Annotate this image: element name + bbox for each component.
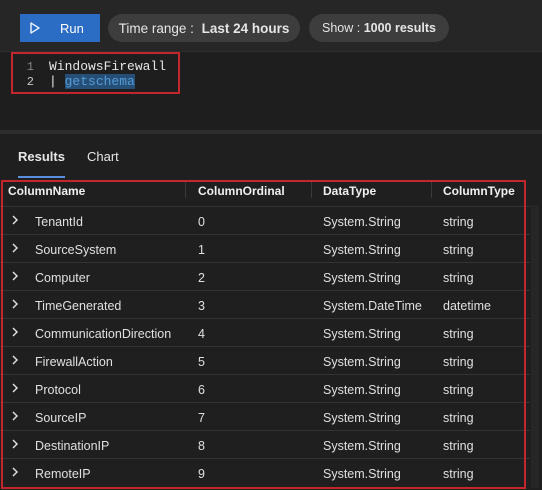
- chevron-right-icon[interactable]: [10, 466, 20, 478]
- chevron-right-icon[interactable]: [10, 438, 20, 450]
- cell-column-ordinal: 1: [198, 243, 205, 257]
- column-divider[interactable]: [185, 182, 186, 198]
- table-row[interactable]: TenantId 0 System.String string: [0, 206, 530, 235]
- column-divider[interactable]: [431, 182, 432, 198]
- table-row[interactable]: RemoteIP 9 System.String string: [0, 458, 530, 487]
- chevron-right-icon[interactable]: [10, 242, 20, 254]
- cell-data-type: System.String: [323, 355, 401, 369]
- cell-column-ordinal: 9: [198, 467, 205, 481]
- table-header: ColumnName ColumnOrdinal DataType Column…: [0, 176, 542, 204]
- table-row[interactable]: DestinationIP 8 System.String string: [0, 430, 530, 459]
- table-row[interactable]: TimeGenerated 3 System.DateTime datetime: [0, 290, 530, 319]
- cell-column-type: string: [443, 467, 474, 481]
- line-number: 2: [26, 75, 34, 89]
- chevron-right-icon[interactable]: [10, 354, 20, 366]
- chevron-right-icon[interactable]: [10, 410, 20, 422]
- run-button-label: Run: [60, 20, 84, 36]
- cell-column-name: DestinationIP: [35, 439, 110, 453]
- cell-column-name: SourceSystem: [35, 243, 117, 257]
- chevron-right-icon[interactable]: [10, 298, 20, 310]
- cell-data-type: System.String: [323, 327, 401, 341]
- cell-column-name: TimeGenerated: [35, 299, 122, 313]
- column-header-datatype[interactable]: DataType: [323, 184, 376, 198]
- cell-column-type: string: [443, 271, 474, 285]
- cell-column-ordinal: 7: [198, 411, 205, 425]
- cell-column-type: string: [443, 243, 474, 257]
- code-line: 1 WindowsFirewall: [0, 59, 180, 75]
- results-tabs: Results Chart: [0, 134, 542, 178]
- cell-column-name: RemoteIP: [35, 467, 91, 481]
- cell-column-type: string: [443, 215, 474, 229]
- query-editor[interactable]: 1 WindowsFirewall 2 | getschema: [0, 52, 542, 130]
- cell-column-name: SourceIP: [35, 411, 87, 425]
- code-text: WindowsFirewall: [49, 59, 167, 74]
- show-label: Show :: [322, 21, 361, 35]
- cell-column-ordinal: 4: [198, 327, 205, 341]
- getschema-keyword: getschema: [64, 74, 135, 89]
- result-limit-picker[interactable]: Show : 1000 results: [309, 14, 449, 42]
- table-row[interactable]: SourceIP 7 System.String string: [0, 402, 530, 431]
- cell-column-type: string: [443, 355, 474, 369]
- cell-column-ordinal: 5: [198, 355, 205, 369]
- cell-column-type: string: [443, 327, 474, 341]
- cell-column-ordinal: 2: [198, 271, 205, 285]
- cell-data-type: System.String: [323, 439, 401, 453]
- table-row[interactable]: CommunicationDirection 4 System.String s…: [0, 318, 530, 347]
- query-toolbar: Run Time range : Last 24 hours Show : 10…: [0, 0, 542, 52]
- pipe-operator: |: [49, 74, 65, 89]
- cell-data-type: System.String: [323, 243, 401, 257]
- chevron-right-icon[interactable]: [10, 382, 20, 394]
- show-value: 1000 results: [363, 21, 436, 35]
- play-icon: [30, 22, 40, 34]
- cell-column-type: string: [443, 383, 474, 397]
- column-header-columnname[interactable]: ColumnName: [8, 184, 85, 198]
- cell-data-type: System.DateTime: [323, 299, 422, 313]
- cell-column-name: FirewallAction: [35, 355, 113, 369]
- cell-column-ordinal: 0: [198, 215, 205, 229]
- tab-results[interactable]: Results: [18, 149, 65, 178]
- table-row[interactable]: SourceSystem 1 System.String string: [0, 234, 530, 263]
- cell-column-type: string: [443, 411, 474, 425]
- column-divider[interactable]: [311, 182, 312, 198]
- cell-column-name: CommunicationDirection: [35, 327, 172, 341]
- cell-data-type: System.String: [323, 411, 401, 425]
- cell-column-ordinal: 8: [198, 439, 205, 453]
- cell-column-type: datetime: [443, 299, 491, 313]
- results-table: ColumnName ColumnOrdinal DataType Column…: [0, 176, 542, 490]
- tab-chart[interactable]: Chart: [87, 149, 119, 171]
- chevron-right-icon[interactable]: [10, 326, 20, 338]
- cell-data-type: System.String: [323, 215, 401, 229]
- cell-data-type: System.String: [323, 383, 401, 397]
- column-header-columnordinal[interactable]: ColumnOrdinal: [198, 184, 285, 198]
- code-text: | getschema: [49, 74, 135, 90]
- table-row[interactable]: Protocol 6 System.String string: [0, 374, 530, 403]
- cell-data-type: System.String: [323, 271, 401, 285]
- table-row[interactable]: FirewallAction 5 System.String string: [0, 346, 530, 375]
- time-range-picker[interactable]: Time range : Last 24 hours: [108, 14, 300, 42]
- column-header-columntype[interactable]: ColumnType: [443, 184, 515, 198]
- chevron-right-icon[interactable]: [10, 214, 20, 226]
- cell-column-ordinal: 6: [198, 383, 205, 397]
- cell-column-type: string: [443, 439, 474, 453]
- run-button[interactable]: Run: [20, 14, 100, 42]
- cell-column-name: Computer: [35, 271, 90, 285]
- cell-column-name: TenantId: [35, 215, 83, 229]
- chevron-right-icon[interactable]: [10, 270, 20, 282]
- code-line: 2 | getschema: [0, 74, 180, 90]
- table-scrollbar[interactable]: [531, 205, 539, 488]
- time-range-label: Time range :: [118, 20, 194, 36]
- time-range-value: Last 24 hours: [201, 20, 290, 36]
- cell-data-type: System.String: [323, 467, 401, 481]
- line-number: 1: [26, 60, 34, 74]
- table-row[interactable]: Computer 2 System.String string: [0, 262, 530, 291]
- cell-column-name: Protocol: [35, 383, 81, 397]
- cell-column-ordinal: 3: [198, 299, 205, 313]
